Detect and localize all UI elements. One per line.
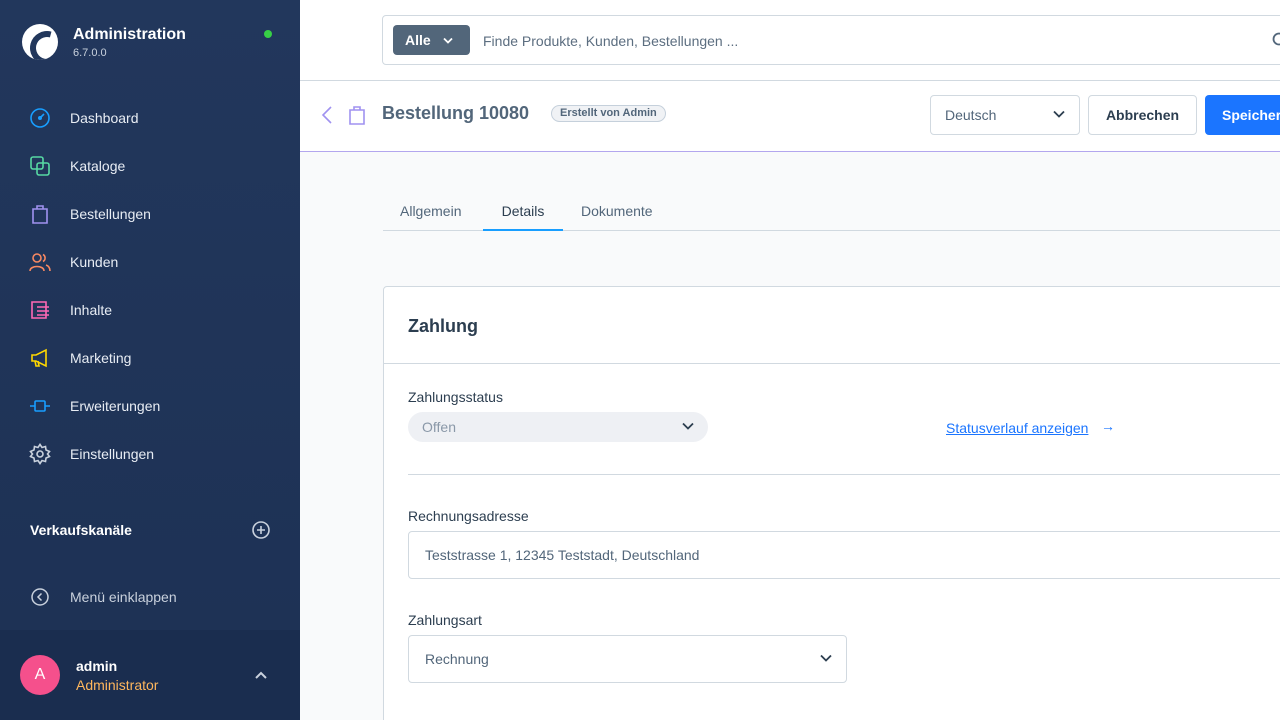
arrow-right-icon: →: [1101, 418, 1115, 434]
payment-method-label: Zahlungsart: [408, 612, 482, 628]
sidebar-item-customers[interactable]: Kunden: [0, 238, 300, 286]
shopping-bag-icon: [348, 105, 366, 130]
sidebar-item-label: Kunden: [70, 254, 119, 270]
sidebar-item-orders[interactable]: Bestellungen: [0, 190, 300, 238]
user-role: Administrator: [76, 676, 159, 693]
sidebar-item-label: Marketing: [70, 350, 132, 366]
sidebar-item-marketing[interactable]: Marketing: [0, 334, 300, 382]
created-by-badge: Erstellt von Admin: [551, 105, 666, 122]
cancel-button[interactable]: Abbrechen: [1088, 95, 1197, 135]
avatar: A: [20, 655, 60, 695]
sidebar-item-label: Bestellungen: [70, 206, 151, 222]
language-value: Deutsch: [945, 107, 997, 123]
users-icon: [29, 251, 51, 273]
divider: [408, 474, 1280, 475]
payment-status-value: Offen: [422, 419, 456, 435]
chevron-down-icon: [682, 422, 694, 430]
collapse-menu-button[interactable]: Menü einklappen: [30, 587, 177, 607]
sidebar: Administration 6.7.0.0 Dashboard Katalog…: [0, 0, 300, 720]
sidebar-item-label: Einstellungen: [70, 446, 155, 462]
user-name: admin: [76, 657, 118, 674]
sidebar-item-catalogs[interactable]: Kataloge: [0, 142, 300, 190]
language-switch[interactable]: Deutsch: [930, 95, 1080, 135]
search-type-label: Alle: [405, 32, 431, 48]
tab-details[interactable]: Details: [483, 196, 563, 231]
smart-bar: Bestellung 10080 Erstellt von Admin Deut…: [300, 81, 1280, 152]
brand-version: 6.7.0.0: [73, 46, 107, 59]
tab-general[interactable]: Allgemein: [400, 196, 461, 231]
sales-channels-header: Verkaufskanäle: [30, 521, 270, 539]
main-nav: Dashboard Kataloge Bestellungen Kunden I…: [0, 94, 300, 478]
sidebar-item-label: Dashboard: [70, 110, 139, 126]
chevron-up-icon[interactable]: [254, 667, 268, 685]
card-title: Zahlung: [408, 316, 478, 336]
chevron-down-icon: [443, 37, 453, 44]
card-header: Zahlung: [384, 287, 1280, 364]
chevron-down-icon: [1053, 110, 1065, 118]
add-sales-channel-button[interactable]: [252, 521, 270, 539]
user-panel[interactable]: A admin Administrator: [0, 630, 300, 720]
billing-address-label: Rechnungsadresse: [408, 508, 529, 524]
search-field: Alle: [382, 15, 1280, 65]
page-title: Bestellung 10080: [382, 103, 530, 123]
chevron-left-circle-icon: [31, 588, 49, 606]
sidebar-item-label: Inhalte: [70, 302, 113, 318]
sales-channels-title: Verkaufskanäle: [30, 522, 132, 538]
dashboard-icon: [29, 107, 51, 129]
plug-icon: [29, 395, 51, 417]
status-history-link[interactable]: Statusverlauf anzeigen: [946, 420, 1088, 436]
back-button[interactable]: [320, 105, 334, 130]
search-icon[interactable]: [1272, 32, 1280, 48]
plus-circle-icon: [252, 521, 270, 539]
gear-icon: [29, 443, 51, 465]
order-tabs: Allgemein Details Dokumente: [383, 196, 1280, 231]
search-input[interactable]: [483, 28, 1183, 54]
brand: Administration 6.7.0.0: [22, 24, 186, 60]
payment-method-value: Rechnung: [425, 651, 489, 667]
shopping-bag-icon: [29, 203, 51, 225]
global-search-bar: Alle: [300, 0, 1280, 81]
megaphone-icon: [29, 347, 51, 369]
payment-status-select[interactable]: Offen: [408, 412, 708, 442]
sidebar-item-label: Erweiterungen: [70, 398, 161, 414]
payment-method-select[interactable]: Rechnung: [408, 635, 847, 683]
sidebar-item-content[interactable]: Inhalte: [0, 286, 300, 334]
catalog-icon: [29, 155, 51, 177]
sidebar-item-extensions[interactable]: Erweiterungen: [0, 382, 300, 430]
online-status-dot: [264, 30, 272, 38]
tab-documents[interactable]: Dokumente: [581, 196, 653, 231]
sidebar-item-label: Kataloge: [70, 158, 126, 174]
payment-status-label: Zahlungsstatus: [408, 389, 503, 405]
shopware-logo: [22, 24, 58, 60]
chevron-left-icon: [321, 106, 332, 124]
sidebar-item-settings[interactable]: Einstellungen: [0, 430, 300, 478]
billing-address-value: Teststrasse 1, 12345 Teststadt, Deutschl…: [425, 547, 700, 563]
collapse-menu-label: Menü einklappen: [70, 589, 177, 605]
billing-address-field[interactable]: Teststrasse 1, 12345 Teststadt, Deutschl…: [408, 531, 1280, 579]
content-icon: [29, 299, 51, 321]
chevron-down-icon: [820, 654, 832, 662]
sidebar-item-dashboard[interactable]: Dashboard: [0, 94, 300, 142]
search-type-dropdown[interactable]: Alle: [393, 25, 470, 55]
save-button[interactable]: Speichern: [1205, 95, 1280, 135]
payment-card: Zahlung Zahlungsstatus Offen Statusverla…: [383, 286, 1280, 720]
brand-title: Administration: [73, 25, 186, 43]
